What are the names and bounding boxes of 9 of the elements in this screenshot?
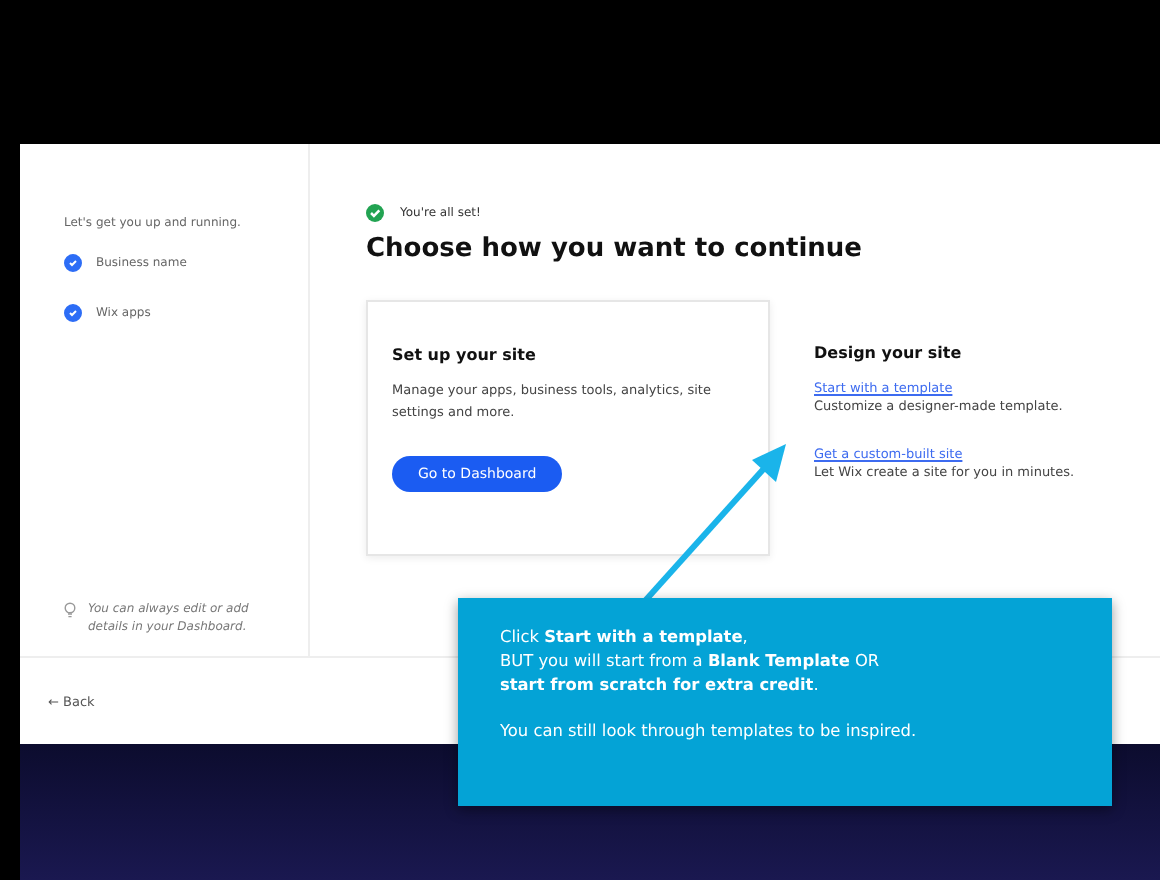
page-heading: Choose how you want to continue [366,234,864,264]
callout-note: You can still look through templates to be inspired. [500,719,919,744]
section-title: Design your site [814,344,964,362]
lightbulb-icon [64,602,76,619]
callout-text: BUT you will start from a Blank Template OR [500,649,882,674]
check-circle-icon [366,204,384,222]
card-title: Set up your site [392,346,538,364]
callout-text: start from scratch for extra credit. [500,673,821,698]
callout-text: Click Start with a template, [500,626,750,650]
